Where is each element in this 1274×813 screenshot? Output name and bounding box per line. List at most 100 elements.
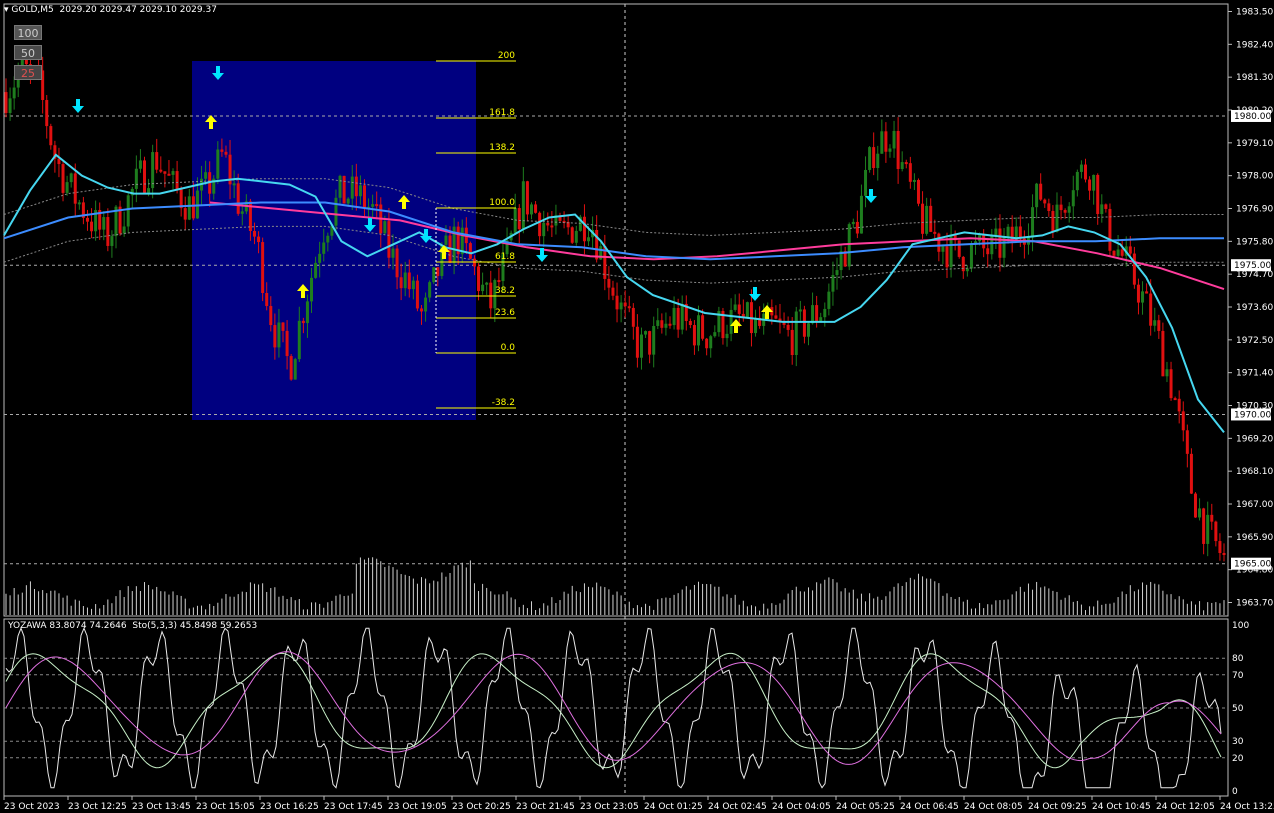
price-bar [318, 253, 322, 263]
price-bar [1092, 174, 1096, 191]
price-bar [110, 236, 114, 246]
price-bar [326, 235, 330, 243]
price-bar [477, 266, 481, 292]
price-bar [921, 203, 925, 234]
price-bar [713, 332, 717, 337]
price-bar [1047, 203, 1051, 212]
price-bar [383, 221, 387, 234]
zoom-100-button[interactable]: 100 [14, 25, 42, 40]
time-tick-label: 24 Oct 12:05 [1156, 802, 1215, 812]
time-tick-label: 23 Oct 13:45 [132, 802, 191, 812]
zoom-50-button[interactable]: 50 [14, 45, 42, 60]
price-bar [1128, 246, 1132, 254]
price-bar [314, 262, 318, 278]
zoom-25-button[interactable]: 25 [14, 65, 42, 80]
price-bar [774, 315, 778, 319]
time-tick-label: 23 Oct 17:45 [324, 802, 383, 812]
price-bar [468, 243, 472, 259]
price-bar [725, 333, 729, 339]
price-bar [1149, 293, 1153, 326]
price-bar [627, 306, 631, 309]
price-bar [65, 182, 69, 193]
price-bar [126, 195, 130, 227]
price-bar [432, 267, 436, 283]
price-bar [1222, 553, 1226, 556]
osc-tick-label: 20 [1232, 754, 1244, 764]
price-bar [224, 151, 228, 155]
price-bar [424, 297, 428, 312]
price-bar [961, 256, 965, 272]
price-bar [1214, 521, 1218, 542]
price-bar [1067, 206, 1071, 213]
price-bar [395, 248, 399, 278]
price-bar [77, 202, 81, 205]
price-bar [639, 334, 643, 358]
price-bar [293, 359, 297, 380]
price-bar [652, 325, 656, 355]
price-bar [1157, 320, 1161, 331]
price-bar [236, 183, 240, 214]
price-bar [615, 295, 619, 310]
price-bar [1218, 541, 1222, 554]
osc-tick-label: 0 [1232, 787, 1238, 797]
price-bar [289, 356, 293, 380]
price-bar [232, 183, 236, 186]
price-bar [122, 226, 126, 234]
price-bar [582, 216, 586, 242]
price-bar [969, 244, 973, 269]
price-bar [660, 320, 664, 328]
price-bar [876, 153, 880, 169]
price-tick-label: 1971.40 [1236, 369, 1273, 379]
price-bar [261, 242, 265, 294]
time-tick-label: 23 Oct 23:05 [580, 802, 639, 812]
price-bar [1165, 369, 1169, 377]
chart-canvas[interactable]: 200161.8138.2100.061.838.223.60.0-38.2 1… [0, 0, 1274, 813]
price-bar [587, 237, 591, 242]
price-bar [481, 284, 485, 292]
price-bar [1039, 183, 1043, 200]
price-bar [912, 179, 916, 182]
price-bar [859, 195, 863, 234]
price-bar [489, 282, 493, 309]
price-bar [664, 323, 668, 328]
price-bar [358, 185, 362, 197]
osc-tick-label: 80 [1232, 654, 1244, 664]
price-bar [191, 196, 195, 219]
price-tick-label: 1978.00 [1236, 172, 1273, 182]
price-bar [851, 221, 855, 225]
price-bar [155, 152, 159, 170]
price-bar [798, 309, 802, 312]
time-tick-label: 24 Oct 13:25 [1220, 802, 1274, 812]
fibo-level-label: 161.8 [489, 108, 515, 118]
triangle-down-icon[interactable]: ▾ [4, 5, 9, 15]
price-bar [815, 305, 819, 322]
price-bar [656, 320, 660, 326]
time-tick-label: 23 Oct 20:25 [452, 802, 511, 812]
price-bar [269, 306, 273, 326]
price-bar [1116, 249, 1120, 256]
price-bar [1210, 514, 1214, 522]
price-bar [281, 322, 285, 331]
price-bar [159, 169, 163, 172]
price-bar [61, 164, 65, 193]
price-bar [729, 309, 733, 334]
price-bar [623, 302, 627, 307]
price-bar [1132, 253, 1136, 285]
symbol-label: GOLD,M5 [11, 5, 54, 15]
price-bar [517, 208, 521, 230]
price-bar [994, 228, 998, 236]
price-bar [1059, 204, 1063, 211]
fibo-level-label: 200 [498, 51, 515, 61]
price-bar [745, 302, 749, 318]
price-bar [285, 330, 289, 357]
price-bar [1136, 284, 1140, 303]
price-bar [403, 272, 407, 289]
price-bar [167, 173, 171, 176]
fibo-level-label: 38.2 [495, 286, 515, 296]
price-tick-label: 1969.20 [1236, 434, 1273, 444]
price-bar [1198, 508, 1202, 518]
price-bar [754, 317, 758, 334]
price-bar [529, 204, 533, 215]
price-tick-label: 1973.60 [1236, 303, 1273, 313]
price-tick-label: 1974.70 [1236, 270, 1273, 280]
